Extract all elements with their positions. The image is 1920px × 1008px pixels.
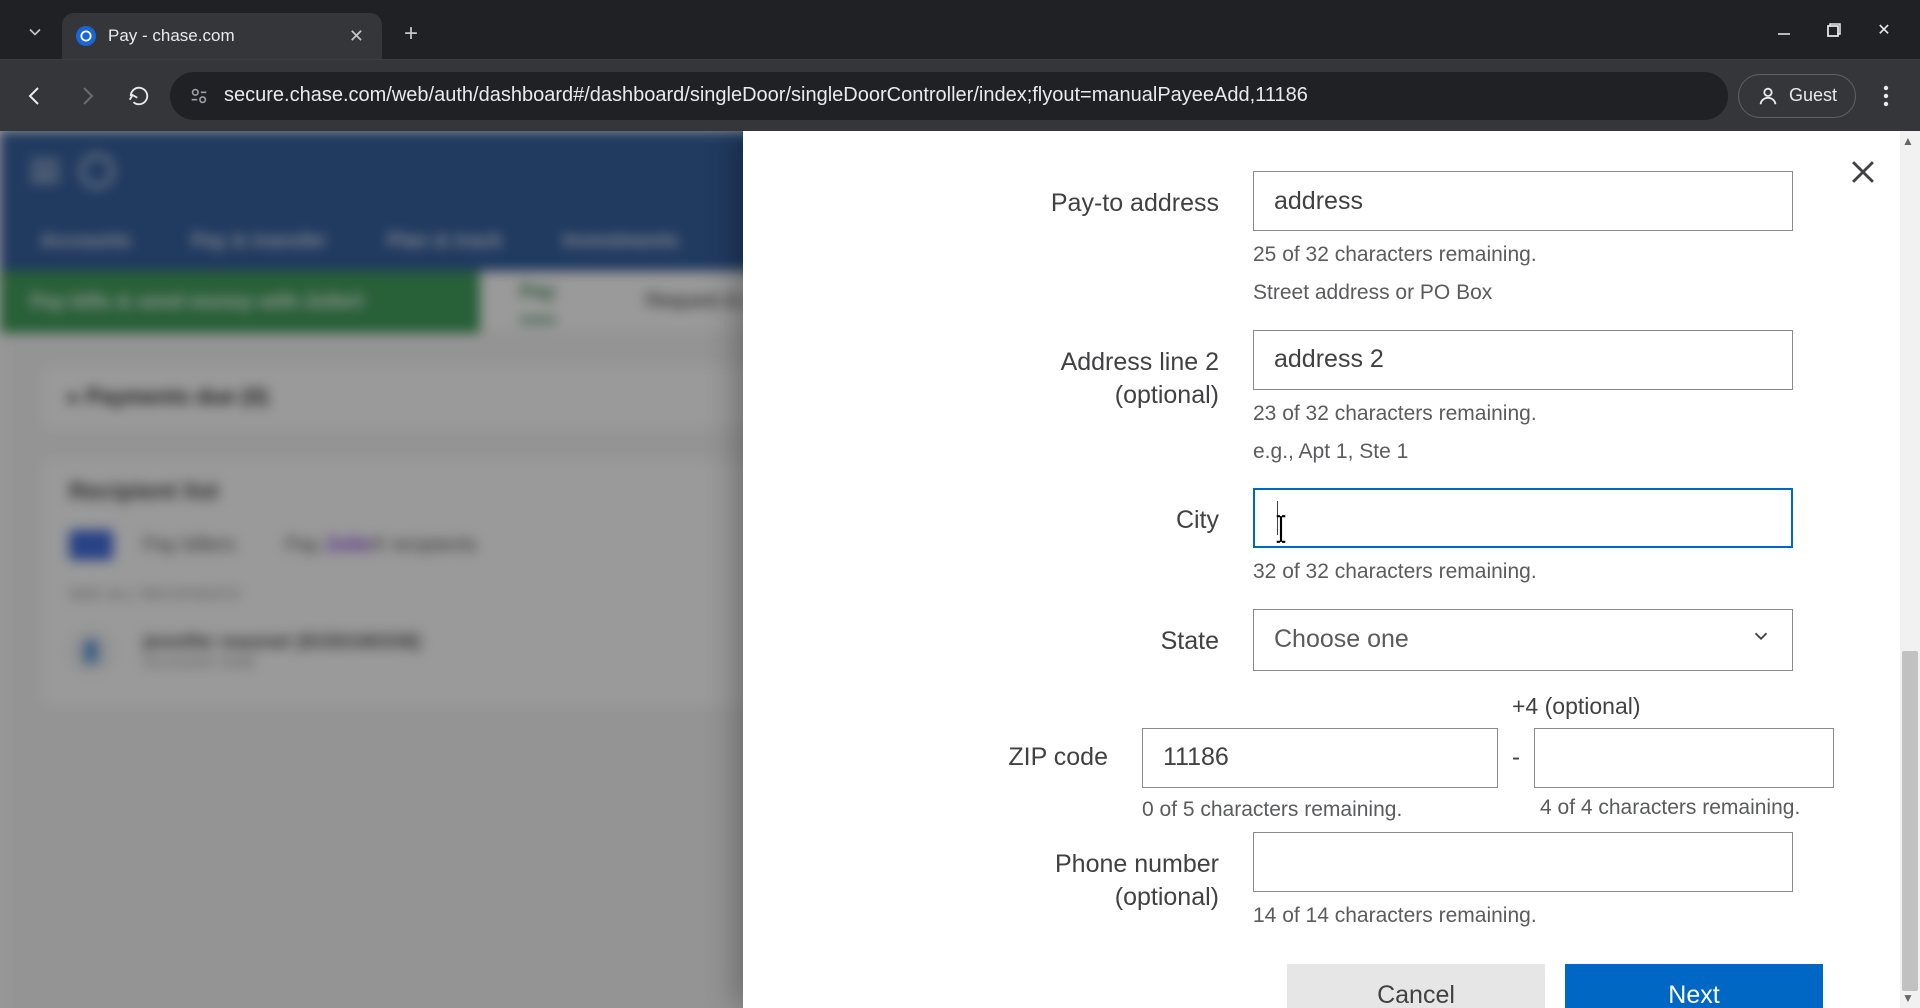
field-state: State Choose one [823, 609, 1840, 671]
chevron-down-icon [1750, 625, 1772, 654]
tab-close-button[interactable]: ✕ [345, 22, 368, 51]
scroll-down-icon[interactable]: ▼ [1900, 988, 1916, 1008]
next-button[interactable]: Next [1565, 964, 1823, 1008]
nav-reload-button[interactable] [118, 75, 160, 117]
zip-plus4-label: +4 (optional) [1512, 693, 1840, 720]
text-caret [1277, 501, 1278, 535]
zip-plus4-counter: 4 of 4 characters remaining. [1540, 796, 1840, 822]
window-controls: ✕ [1772, 0, 1920, 59]
profile-button[interactable]: Guest [1738, 74, 1856, 118]
browser-chrome: Pay - chase.com ✕ + ✕ secure.chase.com/w… [0, 0, 1920, 131]
nav-back-button[interactable] [14, 75, 56, 117]
new-tab-button[interactable]: + [392, 15, 430, 53]
phone-counter: 14 of 14 characters remaining. [1253, 902, 1793, 930]
pay-to-address-counter: 25 of 32 characters remaining. [1253, 241, 1793, 269]
browser-menu-button[interactable] [1866, 76, 1906, 116]
flyout-panel: Pay-to address 25 of 32 characters remai… [743, 131, 1920, 1008]
field-pay-to-address: Pay-to address 25 of 32 characters remai… [823, 171, 1840, 308]
zip-input[interactable] [1142, 728, 1498, 788]
tab-search-button[interactable] [14, 11, 56, 53]
close-icon [1846, 155, 1880, 189]
flyout-close-button[interactable] [1846, 155, 1880, 194]
window-maximize-button[interactable] [1822, 22, 1846, 38]
zip-counter: 0 of 5 characters remaining. [1142, 798, 1498, 822]
scroll-thumb[interactable] [1902, 651, 1918, 991]
state-label: State [823, 609, 1253, 659]
url-text: secure.chase.com/web/auth/dashboard#/das… [224, 84, 1308, 107]
page-content: Accounts Pay & transfer Plan & track Inv… [0, 131, 1920, 1008]
state-placeholder: Choose one [1274, 625, 1409, 654]
profile-label: Guest [1789, 85, 1837, 106]
payee-form: Pay-to address 25 of 32 characters remai… [743, 131, 1920, 1008]
tab-title: Pay - chase.com [108, 26, 235, 46]
pay-to-address-label: Pay-to address [823, 171, 1253, 221]
zip-label: ZIP code [823, 693, 1142, 775]
tab-favicon [76, 26, 96, 46]
cancel-button[interactable]: Cancel [1287, 964, 1545, 1008]
url-input[interactable]: secure.chase.com/web/auth/dashboard#/das… [170, 72, 1728, 120]
window-close-button[interactable]: ✕ [1872, 20, 1896, 40]
pay-to-address-hint: Street address or PO Box [1253, 279, 1793, 307]
zip-dash: - [1512, 744, 1520, 772]
field-phone: Phone number (optional) 14 of 14 charact… [823, 832, 1840, 930]
city-input[interactable] [1253, 488, 1793, 548]
form-button-row: Cancel Next [1287, 964, 1840, 1008]
flyout-scrollbar[interactable]: ▲ ▼ [1900, 131, 1920, 1008]
field-zip: ZIP code +4 (optional) - 0 of 5 characte… [823, 693, 1840, 822]
window-minimize-button[interactable] [1772, 22, 1796, 38]
browser-tab-active[interactable]: Pay - chase.com ✕ [62, 13, 382, 59]
pay-to-address-input[interactable] [1253, 171, 1793, 231]
field-address-line-2: Address line 2 (optional) 23 of 32 chara… [823, 330, 1840, 467]
tab-bar: Pay - chase.com ✕ + ✕ [0, 0, 1920, 59]
zip-plus4-input[interactable] [1534, 728, 1834, 788]
field-city: City 32 of 32 characters remaining. [823, 488, 1840, 586]
phone-label: Phone number (optional) [823, 832, 1253, 916]
profile-icon [1757, 85, 1779, 107]
state-select[interactable]: Choose one [1253, 609, 1793, 671]
address-line-2-hint: e.g., Apt 1, Ste 1 [1253, 438, 1793, 466]
phone-input[interactable] [1253, 832, 1793, 892]
city-counter: 32 of 32 characters remaining. [1253, 558, 1793, 586]
address-line-2-counter: 23 of 32 characters remaining. [1253, 400, 1793, 428]
address-bar: secure.chase.com/web/auth/dashboard#/das… [0, 59, 1920, 131]
city-label: City [823, 488, 1253, 538]
site-info-icon[interactable] [188, 85, 210, 107]
address-line-2-input[interactable] [1253, 330, 1793, 390]
scroll-up-icon[interactable]: ▲ [1900, 131, 1916, 151]
nav-forward-button[interactable] [66, 75, 108, 117]
address-line-2-label: Address line 2 (optional) [823, 330, 1253, 414]
